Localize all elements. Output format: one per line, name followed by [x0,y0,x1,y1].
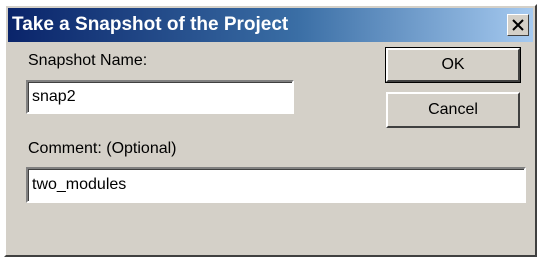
snapshot-dialog: Take a Snapshot of the Project Snapshot … [4,4,537,257]
cancel-button[interactable]: Cancel [386,92,520,128]
snapshot-name-label: Snapshot Name: [28,52,148,69]
snapshot-name-input[interactable] [28,82,292,112]
comment-input[interactable] [28,169,524,201]
comment-field[interactable] [26,167,526,203]
close-button[interactable] [507,14,529,36]
close-icon [512,19,524,31]
snapshot-name-field[interactable] [26,80,294,114]
dialog-title: Take a Snapshot of the Project [12,14,289,35]
title-bar[interactable]: Take a Snapshot of the Project [8,8,533,42]
ok-button[interactable]: OK [385,47,521,83]
comment-label: Comment: (Optional) [28,140,177,157]
